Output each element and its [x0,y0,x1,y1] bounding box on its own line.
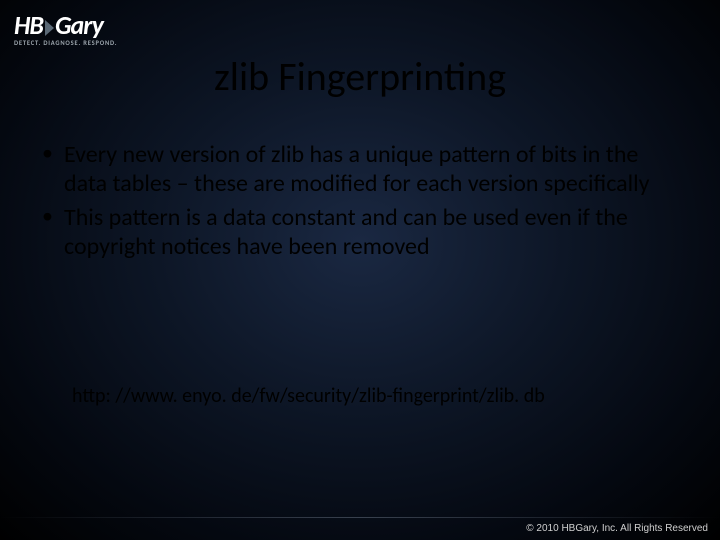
list-item: This pattern is a data constant and can … [34,203,686,262]
slide: HB Gary DETECT. DIAGNOSE. RESPOND. zlib F… [0,0,720,540]
arrow-icon [45,20,54,36]
logo-text-gary: Gary [55,9,103,41]
copyright-footer: © 2010 HBGary, Inc. All Rights Reserved [526,523,708,534]
slide-title: zlib Fingerprinting [0,52,720,101]
logo-text-hb: HB [14,9,43,41]
bullet-list: Every new version of zlib has a unique p… [34,140,686,265]
list-item: Every new version of zlib has a unique p… [34,140,686,199]
footer-divider [0,517,720,518]
reference-url: http: //www. enyo. de/fw/security/zlib-f… [72,384,686,408]
company-logo: HB Gary DETECT. DIAGNOSE. RESPOND. [14,12,117,47]
logo-main: HB Gary [14,12,117,38]
logo-tagline: DETECT. DIAGNOSE. RESPOND. [14,39,117,47]
